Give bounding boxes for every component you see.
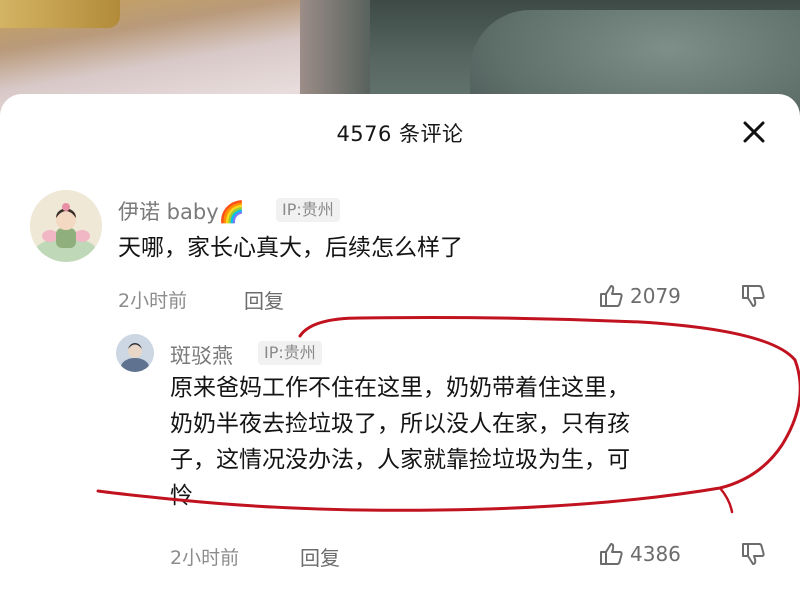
comment-time: 2小时前 — [118, 290, 188, 312]
thumbs-down-icon — [742, 285, 765, 307]
ip-location-badge: IP:贵州 — [258, 341, 322, 365]
thumbs-up-icon — [600, 285, 623, 307]
comment-text: 天哪，家长心真大，后续怎么样了 — [118, 235, 463, 261]
dislike-button[interactable] — [740, 283, 766, 313]
avatar[interactable] — [30, 190, 102, 262]
comments-count-title: 4576 条评论 — [336, 122, 464, 146]
reply-button[interactable]: 回复 — [244, 285, 284, 314]
dislike-button[interactable] — [740, 541, 766, 571]
reply-text-line: 原来爸妈工作不住在这里，奶奶带着住这里， — [170, 375, 630, 401]
reply-text-line: 子，这情况没办法，人家就靠捡垃圾为生，可 — [170, 447, 630, 473]
like-count: 4386 — [630, 542, 681, 566]
close-icon[interactable] — [740, 118, 768, 146]
comment-username[interactable]: 伊诺 baby🌈 — [118, 196, 245, 226]
thumbs-up-icon — [600, 543, 623, 565]
reply-text-line: 怜 — [170, 483, 193, 509]
like-button[interactable]: 4386 — [598, 541, 681, 567]
reply-button[interactable]: 回复 — [300, 542, 340, 571]
reply-text: 原来爸妈工作不住在这里，奶奶带着住这里， 奶奶半夜去捡垃圾了，所以没人在家，只有… — [170, 370, 630, 514]
thumbs-down-icon — [742, 543, 765, 565]
video-blur-gold — [0, 0, 120, 28]
reply-time: 2小时前 — [170, 547, 240, 569]
like-count: 2079 — [630, 284, 681, 308]
avatar[interactable] — [116, 334, 154, 372]
ip-location-badge: IP:贵州 — [276, 198, 340, 222]
like-button[interactable]: 2079 — [598, 283, 681, 309]
reply-username[interactable]: 斑驳燕 — [170, 340, 233, 370]
reply-text-line: 奶奶半夜去捡垃圾了，所以没人在家，只有孩 — [170, 411, 630, 437]
